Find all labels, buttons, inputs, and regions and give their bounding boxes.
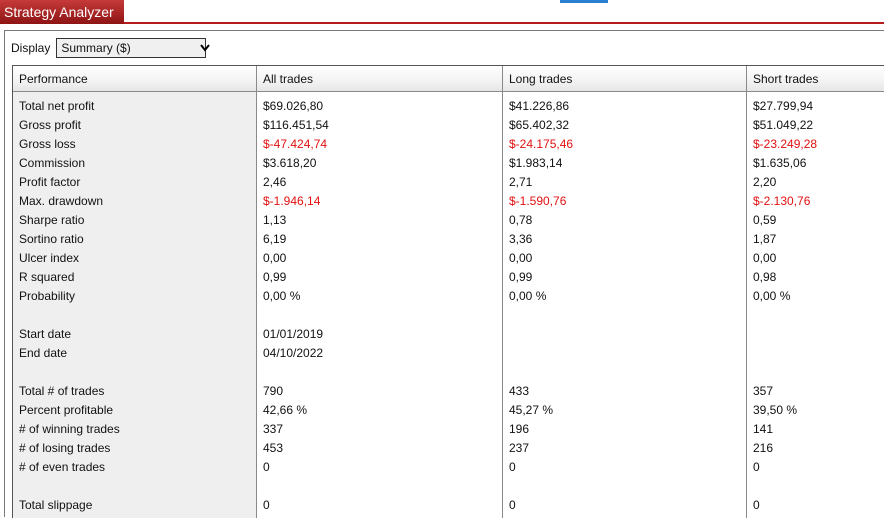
all-trades-value: 337 xyxy=(263,422,284,436)
long-trades-value: $-1.590,76 xyxy=(509,194,567,208)
column-header-short-trades[interactable]: Short trades xyxy=(747,66,884,92)
row-label: Total net profit xyxy=(19,99,95,113)
row-label: Percent profitable xyxy=(19,403,114,417)
long-trades-value: 0,99 xyxy=(509,270,533,284)
long-trades-value: 196 xyxy=(509,422,530,436)
short-trades-value: 1,87 xyxy=(753,232,777,246)
long-trades-value: $1.983,14 xyxy=(509,156,563,170)
long-trades-value: $65.402,32 xyxy=(509,118,570,132)
title-bar: Strategy Analyzer xyxy=(0,0,884,24)
row-label: End date xyxy=(19,346,68,360)
short-trades-value: $-2.130,76 xyxy=(753,194,811,208)
all-trades-value: 0,00 % xyxy=(263,289,301,303)
row-label: Total slippage xyxy=(19,498,93,512)
short-trades-value: 2,20 xyxy=(753,175,777,189)
short-trades-value: $1.635,06 xyxy=(753,156,807,170)
all-trades-value: $116.451,54 xyxy=(263,118,329,132)
column-header-all-trades[interactable]: All trades xyxy=(257,66,503,92)
short-trades-value: 0,59 xyxy=(753,213,777,227)
all-trades-value: 0,00 xyxy=(263,251,287,265)
display-label: Display xyxy=(11,41,51,55)
short-trades-value: 0,00 % xyxy=(753,289,791,303)
long-trades-value: 2,71 xyxy=(509,175,533,189)
long-trades-column: $41.226,86 $65.402,32 $-24.175,46 $1.983,14… xyxy=(503,92,747,518)
all-trades-value: $-1.946,14 xyxy=(263,194,321,208)
row-label: # of winning trades xyxy=(19,422,120,436)
top-accent-bar xyxy=(560,0,608,3)
row-label: Total # of trades xyxy=(19,384,105,398)
performance-grid: Performance All trades Long trades Short… xyxy=(12,65,884,518)
all-trades-value: 01/01/2019 xyxy=(263,327,324,341)
column-header-long-trades[interactable]: Long trades xyxy=(503,66,747,92)
display-select-value: Summary ($) xyxy=(61,41,131,55)
short-trades-value: 141 xyxy=(753,422,774,436)
short-trades-value: 216 xyxy=(753,441,774,455)
long-trades-value: $41.226,86 xyxy=(509,99,570,113)
short-trades-value: 0,00 xyxy=(753,251,777,265)
all-trades-value: 2,46 xyxy=(263,175,287,189)
display-row: Display Summary ($) xyxy=(11,38,211,58)
all-trades-value: 0 xyxy=(263,460,270,474)
all-trades-value: $-47.424,74 xyxy=(263,137,328,151)
all-trades-value: 790 xyxy=(263,384,284,398)
long-trades-value: 0,78 xyxy=(509,213,533,227)
all-trades-value: $3.618,20 xyxy=(263,156,317,170)
long-trades-value: 0 xyxy=(509,498,516,512)
short-trades-value: $51.049,22 xyxy=(753,118,814,132)
row-label: Ulcer index xyxy=(19,251,80,265)
short-trades-column: $27.799,94 $51.049,22 $-23.249,28 $1.635,06… xyxy=(747,92,884,518)
row-label: Gross profit xyxy=(19,118,82,132)
long-trades-value: 237 xyxy=(509,441,530,455)
all-trades-value: 6,19 xyxy=(263,232,287,246)
short-trades-value: $27.799,94 xyxy=(753,99,814,113)
column-header-performance[interactable]: Performance xyxy=(13,66,257,92)
all-trades-value: $69.026,80 xyxy=(263,99,324,113)
row-label: R squared xyxy=(19,270,75,284)
window-title: Strategy Analyzer xyxy=(4,4,114,20)
row-label: Sharpe ratio xyxy=(19,213,85,227)
row-label: # of even trades xyxy=(19,460,106,474)
row-label: Profit factor xyxy=(19,175,81,189)
all-trades-value: 42,66 % xyxy=(263,403,308,417)
short-trades-value: 0 xyxy=(753,498,760,512)
short-trades-value: 357 xyxy=(753,384,774,398)
window-title-tab[interactable]: Strategy Analyzer xyxy=(0,0,124,24)
long-trades-value: 433 xyxy=(509,384,530,398)
row-label: Commission xyxy=(19,156,86,170)
row-label: Sortino ratio xyxy=(19,232,84,246)
short-trades-value: 0,98 xyxy=(753,270,777,284)
long-trades-value: 45,27 % xyxy=(509,403,554,417)
all-trades-value: 453 xyxy=(263,441,284,455)
performance-column: Total net profit Gross profit Gross loss Co… xyxy=(13,92,257,518)
row-label: Gross loss xyxy=(19,137,76,151)
row-label: # of losing trades xyxy=(19,441,111,455)
long-trades-value: 0 xyxy=(509,460,516,474)
strategy-analyzer-panel: Display Summary ($) Performance All trad… xyxy=(4,30,884,518)
long-trades-value: 3,36 xyxy=(509,232,533,246)
row-label: Probability xyxy=(19,289,76,303)
all-trades-value: 0,99 xyxy=(263,270,287,284)
row-label: Max. drawdown xyxy=(19,194,104,208)
row-label: Start date xyxy=(19,327,72,341)
long-trades-value: 0,00 % xyxy=(509,289,547,303)
display-select[interactable]: Summary ($) xyxy=(56,38,211,58)
long-trades-value: 0,00 xyxy=(509,251,533,265)
long-trades-value: $-24.175,46 xyxy=(509,137,574,151)
all-trades-value: 04/10/2022 xyxy=(263,346,324,360)
all-trades-value: 0 xyxy=(263,498,270,512)
short-trades-value: 39,50 % xyxy=(753,403,798,417)
short-trades-value: 0 xyxy=(753,460,760,474)
all-trades-value: 1,13 xyxy=(263,213,287,227)
short-trades-value: $-23.249,28 xyxy=(753,137,818,151)
all-trades-column: $69.026,80 $116.451,54 $-47.424,74 $3.618,2… xyxy=(257,92,503,518)
